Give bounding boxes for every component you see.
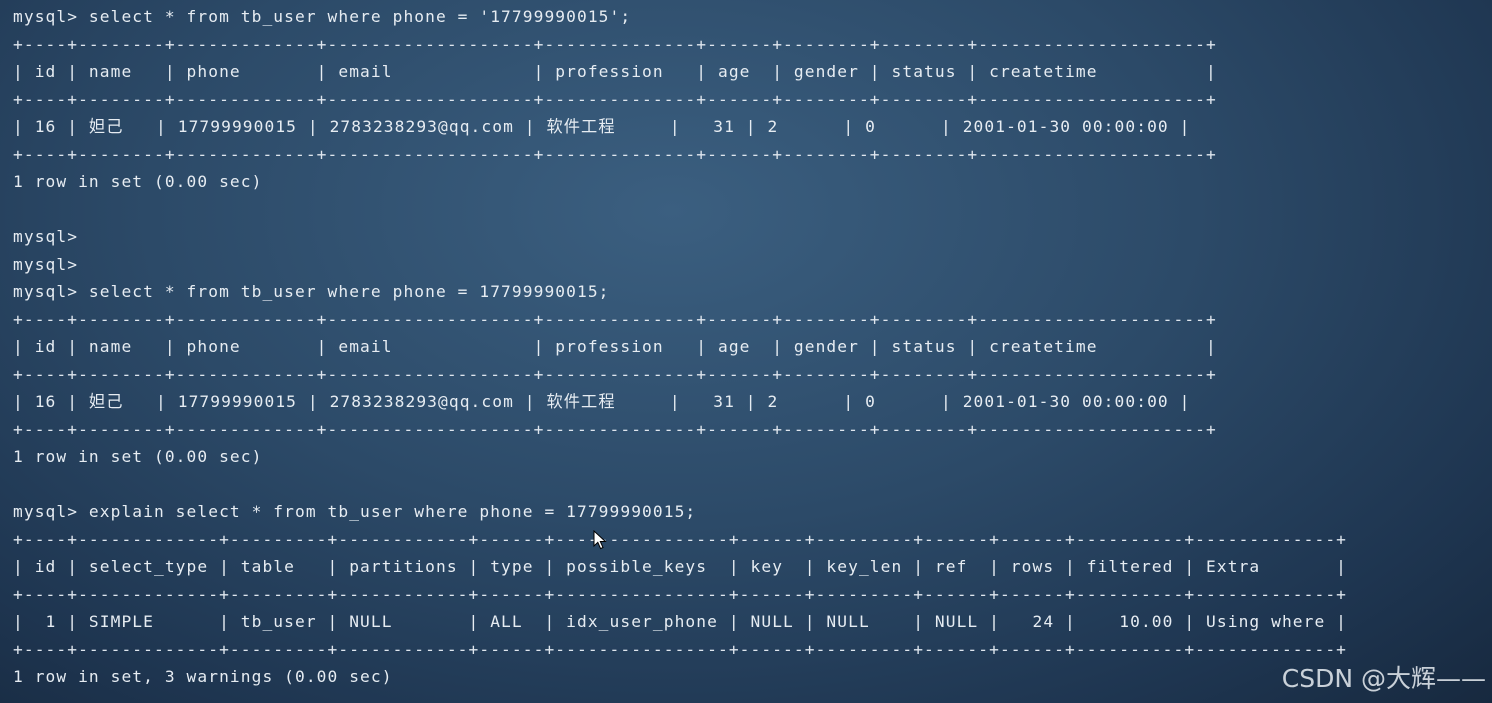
table-border-line: +----+--------+-------------+-----------… — [13, 364, 1217, 384]
terminal-line: mysql> select * from tb_user where phone… — [13, 282, 610, 301]
terminal-line: mysql> explain select * from tb_user whe… — [13, 502, 697, 521]
terminal-prompt: mysql> — [13, 254, 79, 274]
result-summary: 1 row in set (0.00 sec) — [13, 172, 263, 191]
terminal-prompt: mysql> — [13, 227, 79, 246]
table-header-row: | id | name | phone | email | profession… — [13, 337, 1217, 356]
mouse-pointer-icon — [593, 530, 607, 550]
table-header-row: | id | name | phone | email | profession… — [13, 62, 1217, 81]
table-border-line: +----+-------------+---------+----------… — [13, 584, 1348, 604]
table-header-row: | id | select_type | table | partitions … — [13, 557, 1348, 576]
table-border-line: +----+--------+-------------+-----------… — [13, 89, 1217, 109]
table-border-line: +----+-------------+---------+----------… — [13, 529, 1348, 549]
table-border-line: +----+-------------+---------+----------… — [13, 639, 1348, 659]
table-border-line: +----+--------+-------------+-----------… — [13, 419, 1217, 439]
result-summary: 1 row in set (0.00 sec) — [13, 447, 263, 466]
terminal-line: mysql> select * from tb_user where phone… — [13, 7, 632, 26]
table-row: | 16 | 妲己 | 17799990015 | 2783238293@qq.… — [13, 392, 1191, 411]
table-row: | 1 | SIMPLE | tb_user | NULL | ALL | id… — [13, 612, 1348, 631]
terminal-output[interactable]: mysql> select * from tb_user where phone… — [13, 3, 1347, 691]
csdn-watermark: CSDN @大辉—— — [1281, 664, 1486, 693]
table-border-line: +----+--------+-------------+-----------… — [13, 34, 1217, 54]
table-border-line: +----+--------+-------------+-----------… — [13, 144, 1217, 164]
table-row: | 16 | 妲己 | 17799990015 | 2783238293@qq.… — [13, 117, 1191, 136]
result-summary: 1 row in set, 3 warnings (0.00 sec) — [13, 667, 393, 686]
table-border-line: +----+--------+-------------+-----------… — [13, 309, 1217, 329]
